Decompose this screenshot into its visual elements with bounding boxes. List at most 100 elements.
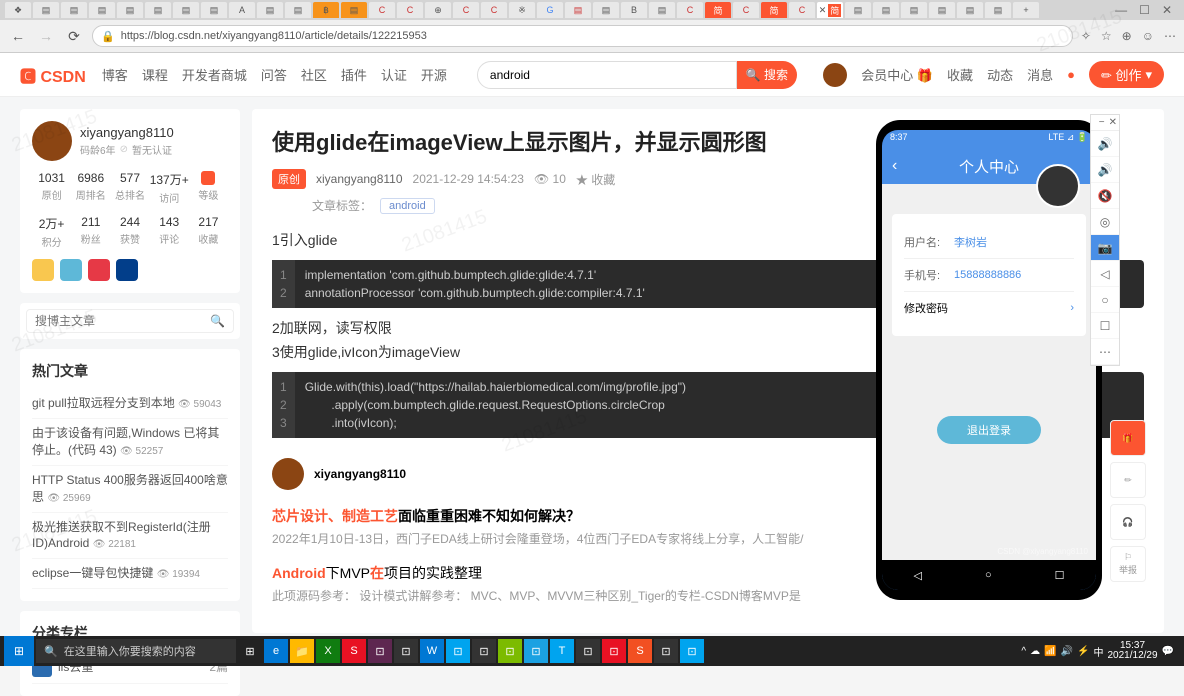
article-author[interactable]: xiyangyang8110 — [316, 172, 403, 186]
nav-cert[interactable]: 认证 — [381, 65, 407, 84]
taskbar-search[interactable]: 🔍在这里输入你要搜索的内容 — [36, 639, 236, 663]
phone-nav-recent-icon[interactable]: ☐ — [1055, 569, 1065, 582]
tab[interactable]: ▤ — [929, 2, 955, 18]
taskbar-app[interactable]: ⊡ — [446, 639, 470, 663]
tag-android[interactable]: android — [380, 198, 435, 214]
badge-icon[interactable] — [116, 259, 138, 281]
minimize-icon[interactable]: — — [1115, 3, 1127, 17]
tool-target-icon[interactable]: ◎ — [1091, 209, 1119, 235]
tool-back-icon[interactable]: ◁ — [1091, 261, 1119, 287]
fav-button[interactable]: ★ 收藏 — [576, 171, 615, 188]
tab[interactable]: G — [537, 2, 563, 18]
tab[interactable]: ▤ — [565, 2, 591, 18]
logout-button[interactable]: 退出登录 — [937, 416, 1041, 444]
badge-icon[interactable] — [32, 259, 54, 281]
tool-camera-icon[interactable]: 📷 — [1091, 235, 1119, 261]
close-icon[interactable]: ✕ — [1109, 117, 1117, 128]
tool-recent-icon[interactable]: ☐ — [1091, 313, 1119, 339]
search-button[interactable]: 🔍 搜索 — [737, 61, 797, 89]
taskbar-app[interactable]: e — [264, 639, 288, 663]
author-name-footer[interactable]: xiyangyang8110 — [314, 467, 406, 481]
tool-mute-icon[interactable]: 🔇 — [1091, 183, 1119, 209]
tab[interactable]: ▤ — [985, 2, 1011, 18]
tray-icon[interactable]: ⚡ — [1077, 646, 1089, 657]
nav-plugin[interactable]: 插件 — [341, 65, 367, 84]
nav-qa[interactable]: 问答 — [261, 65, 287, 84]
tool-volume-icon[interactable]: 🔊 — [1091, 131, 1119, 157]
author-avatar[interactable] — [32, 121, 72, 161]
tab[interactable]: ฿ — [313, 2, 339, 18]
tab[interactable]: ▤ — [649, 2, 675, 18]
tab[interactable]: A — [229, 2, 255, 18]
tray-up-icon[interactable]: ^ — [1021, 646, 1026, 657]
tab[interactable]: ⊕ — [425, 2, 451, 18]
tool-more-icon[interactable]: ⋯ — [1091, 339, 1119, 365]
tab[interactable]: ▤ — [61, 2, 87, 18]
tab[interactable]: ▤ — [341, 2, 367, 18]
article-link[interactable]: git pull拉取远程分支到本地 👁 59043 — [32, 389, 228, 419]
news-link[interactable]: 动态 — [987, 65, 1013, 84]
float-edit-icon[interactable]: ✏ — [1110, 462, 1146, 498]
tab[interactable]: ▤ — [89, 2, 115, 18]
phone-back-icon[interactable]: ‹ — [892, 157, 897, 175]
taskbar-app[interactable]: ⊡ — [576, 639, 600, 663]
user-avatar[interactable] — [823, 63, 847, 87]
taskbar-app[interactable]: W — [420, 639, 444, 663]
search-input[interactable] — [477, 61, 737, 89]
nav-community[interactable]: 社区 — [301, 65, 327, 84]
tab[interactable]: C — [677, 2, 703, 18]
taskbar-app[interactable]: S — [342, 639, 366, 663]
taskbar-app[interactable]: 📁 — [290, 639, 314, 663]
tab[interactable]: C — [369, 2, 395, 18]
taskbar-app[interactable]: X — [316, 639, 340, 663]
phone-avatar[interactable] — [1036, 164, 1080, 208]
tab-active[interactable]: ✕简 — [817, 2, 843, 18]
author-avatar-small[interactable] — [272, 458, 304, 490]
new-tab[interactable]: + — [1013, 2, 1039, 18]
maximize-icon[interactable]: ☐ — [1139, 3, 1150, 17]
tab[interactable]: ❖ — [5, 2, 31, 18]
taskbar-app[interactable]: ⊡ — [498, 639, 522, 663]
article-link[interactable]: eclipse一键导包快捷键 👁 19394 — [32, 559, 228, 589]
tab[interactable]: ▤ — [257, 2, 283, 18]
fav-link[interactable]: 收藏 — [947, 65, 973, 84]
task-view-icon[interactable]: ⊞ — [238, 639, 262, 663]
tab[interactable]: ▤ — [117, 2, 143, 18]
tab[interactable]: ▤ — [285, 2, 311, 18]
tab[interactable]: 简 — [761, 2, 787, 18]
tab[interactable]: ※ — [509, 2, 535, 18]
tray-notification-icon[interactable]: 💬 — [1162, 646, 1174, 657]
float-report[interactable]: ⚐举报 — [1110, 546, 1146, 582]
tab[interactable]: ▤ — [201, 2, 227, 18]
tab[interactable]: ▤ — [957, 2, 983, 18]
tab[interactable]: ▤ — [901, 2, 927, 18]
tool-volume2-icon[interactable]: 🔊 — [1091, 157, 1119, 183]
tab[interactable]: B — [621, 2, 647, 18]
article-link[interactable]: HTTP Status 400服务器返回400啥意思 👁 25969 — [32, 466, 228, 513]
tab[interactable]: ▤ — [593, 2, 619, 18]
create-button[interactable]: ✏ 创作▾ — [1089, 61, 1164, 88]
tab[interactable]: 简 — [705, 2, 731, 18]
pin-icon[interactable]: − — [1099, 117, 1105, 128]
menu-icon[interactable]: ⋯ — [1164, 29, 1176, 43]
back-button[interactable]: ← — [8, 26, 28, 46]
start-button[interactable]: ⊞ — [4, 636, 34, 666]
tab[interactable]: C — [789, 2, 815, 18]
favorite-icon[interactable]: ☆ — [1101, 29, 1112, 43]
tab[interactable]: ▤ — [33, 2, 59, 18]
taskbar-app[interactable]: T — [550, 639, 574, 663]
nav-blog[interactable]: 博客 — [102, 65, 128, 84]
blog-search-input[interactable] — [35, 314, 210, 328]
tab[interactable]: ▤ — [145, 2, 171, 18]
tab[interactable]: C — [481, 2, 507, 18]
csdn-logo[interactable]: 🅲 CSDN — [20, 63, 86, 87]
taskbar-app[interactable]: ⊡ — [368, 639, 392, 663]
tab[interactable]: ▤ — [873, 2, 899, 18]
refresh-button[interactable]: ⟳ — [64, 26, 84, 46]
nav-opensource[interactable]: 开源 — [421, 65, 447, 84]
float-gift-icon[interactable]: 🎁 — [1110, 420, 1146, 456]
taskbar-app[interactable]: S — [628, 639, 652, 663]
tray-ime[interactable]: 中 — [1093, 644, 1103, 659]
taskbar-app[interactable]: ⊡ — [680, 639, 704, 663]
nav-course[interactable]: 课程 — [142, 65, 168, 84]
